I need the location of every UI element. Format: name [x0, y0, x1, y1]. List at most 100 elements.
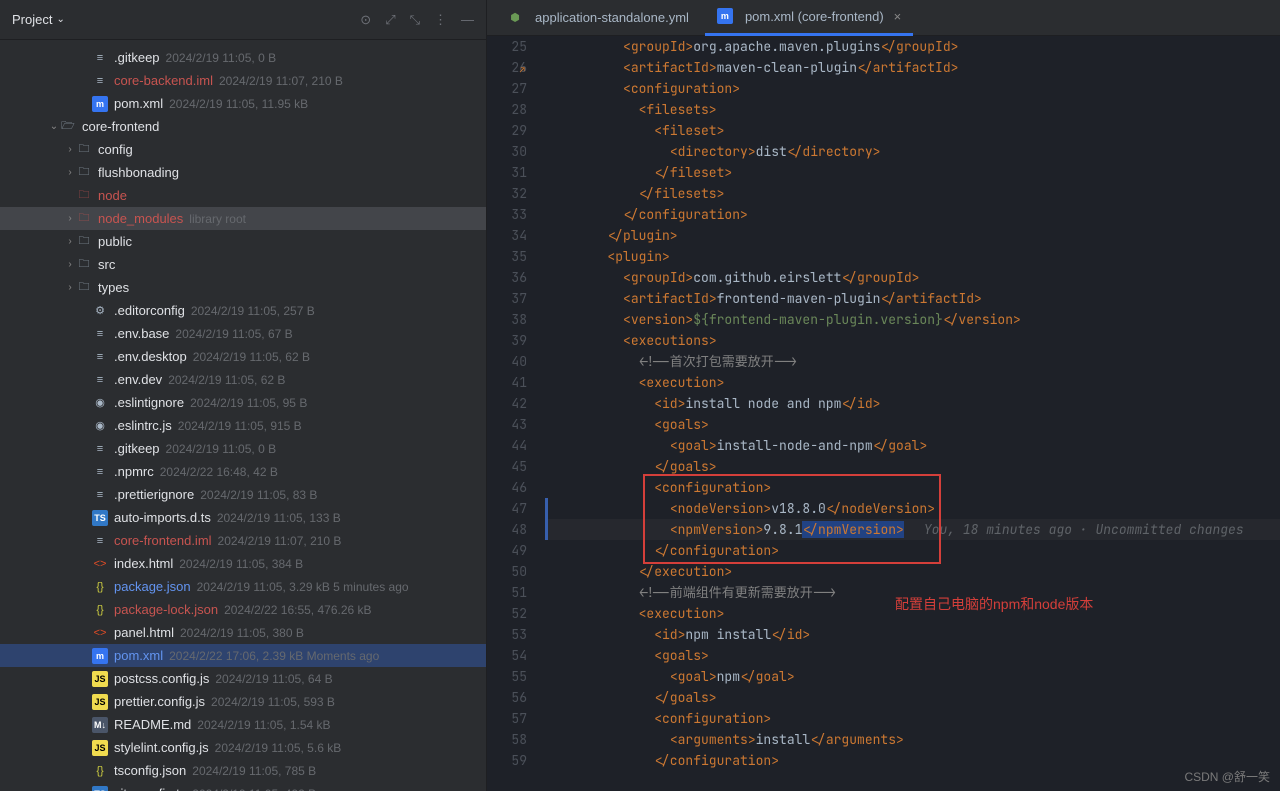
file-meta: 2024/2/19 11:05, 133 B	[217, 511, 341, 525]
tree-item[interactable]: JSprettier.config.js2024/2/19 11:05, 593…	[0, 690, 486, 713]
code-area[interactable]: 2526↗27282930313233343536373839404142434…	[487, 36, 1280, 791]
code-line[interactable]: <npmVersion>9.8.1</npmVersion>You, 18 mi…	[545, 519, 1280, 540]
code-line[interactable]: </goals>	[545, 687, 1280, 708]
project-tree[interactable]: ≡.gitkeep2024/2/19 11:05, 0 B≡core-backe…	[0, 40, 486, 791]
code-line[interactable]: <goal>install-node-and-npm</goal>	[545, 435, 1280, 456]
select-opened-icon[interactable]: ⊙	[360, 12, 371, 28]
tree-item[interactable]: ⚙.editorconfig2024/2/19 11:05, 257 B	[0, 299, 486, 322]
code-line[interactable]: <goals>	[545, 414, 1280, 435]
tree-item[interactable]: {}package.json2024/2/19 11:05, 3.29 kB 5…	[0, 575, 486, 598]
tree-item[interactable]: M↓README.md2024/2/19 11:05, 1.54 kB	[0, 713, 486, 736]
tree-item[interactable]: ›🗀types	[0, 276, 486, 299]
tree-item[interactable]: <>index.html2024/2/19 11:05, 384 B	[0, 552, 486, 575]
tree-item[interactable]: ≡core-frontend.iml2024/2/19 11:07, 210 B	[0, 529, 486, 552]
tree-item[interactable]: ›🗀flushbonading	[0, 161, 486, 184]
file-name: panel.html	[114, 625, 174, 640]
code-line[interactable]: <configuration>	[545, 78, 1280, 99]
code-line[interactable]: <artifactId>maven-clean-plugin</artifact…	[545, 57, 1280, 78]
file-name: core-frontend	[82, 119, 159, 134]
chevron-icon[interactable]: ›	[64, 213, 76, 224]
code-line[interactable]: <configuration>	[545, 708, 1280, 729]
tree-item[interactable]: ›🗀src	[0, 253, 486, 276]
tree-item[interactable]: ◉.eslintignore2024/2/19 11:05, 95 B	[0, 391, 486, 414]
code-line[interactable]: <execution>	[545, 372, 1280, 393]
sidebar-title[interactable]: Project ⌄	[12, 12, 65, 27]
chevron-icon[interactable]: ›	[64, 167, 76, 178]
show-options-icon[interactable]: ⋮	[434, 12, 447, 28]
code-line[interactable]: </plugin>	[545, 225, 1280, 246]
file-meta: 2024/2/19 11:05, 0 B	[166, 51, 277, 65]
code-line[interactable]: <artifactId>frontend-maven-plugin</artif…	[545, 288, 1280, 309]
tree-item[interactable]: ≡.env.dev2024/2/19 11:05, 62 B	[0, 368, 486, 391]
tree-item[interactable]: mpom.xml2024/2/19 11:05, 11.95 kB	[0, 92, 486, 115]
tree-item[interactable]: ›🗀public	[0, 230, 486, 253]
code-line[interactable]: <plugin>	[545, 246, 1280, 267]
tree-item[interactable]: JSstylelint.config.js2024/2/19 11:05, 5.…	[0, 736, 486, 759]
file-name: pom.xml	[114, 648, 163, 663]
tree-item[interactable]: ≡.npmrc2024/2/22 16:48, 42 B	[0, 460, 486, 483]
code-line[interactable]: </configuration>	[545, 540, 1280, 561]
file-name: package.json	[114, 579, 191, 594]
code-line[interactable]: <configuration>	[545, 477, 1280, 498]
chevron-icon[interactable]: ›	[64, 144, 76, 155]
tree-item[interactable]: ◉.eslintrc.js2024/2/19 11:05, 915 B	[0, 414, 486, 437]
editor-tab[interactable]: ⬢application-standalone.yml	[495, 0, 701, 36]
tree-item[interactable]: ≡.prettierignore2024/2/19 11:05, 83 B	[0, 483, 486, 506]
tree-item[interactable]: 🗀node	[0, 184, 486, 207]
code-line[interactable]: <nodeVersion>v18.8.0</nodeVersion>	[545, 498, 1280, 519]
code-line[interactable]: </configuration>	[545, 750, 1280, 771]
file-name: types	[98, 280, 129, 295]
tree-item[interactable]: TSauto-imports.d.ts2024/2/19 11:05, 133 …	[0, 506, 486, 529]
collapse-all-icon[interactable]: ⤡	[410, 12, 420, 28]
chevron-icon[interactable]: ›	[64, 282, 76, 293]
code-line[interactable]: <directory>dist</directory>	[545, 141, 1280, 162]
tree-item[interactable]: ≡.gitkeep2024/2/19 11:05, 0 B	[0, 437, 486, 460]
hide-icon[interactable]: —	[461, 12, 474, 28]
tree-item[interactable]: {}package-lock.json2024/2/22 16:55, 476.…	[0, 598, 486, 621]
code-line[interactable]: <goal>npm</goal>	[545, 666, 1280, 687]
tree-item[interactable]: {}tsconfig.json2024/2/19 11:05, 785 B	[0, 759, 486, 782]
close-icon[interactable]: ×	[894, 9, 902, 24]
code-line[interactable]: <filesets>	[545, 99, 1280, 120]
tab-label: application-standalone.yml	[535, 10, 689, 25]
tree-item[interactable]: ≡.env.base2024/2/19 11:05, 67 B	[0, 322, 486, 345]
code-line[interactable]: <id>npm install</id>	[545, 624, 1280, 645]
code-line[interactable]: <groupId>com.github.eirslett</groupId>	[545, 267, 1280, 288]
code-line[interactable]: <version>${frontend-maven-plugin.version…	[545, 309, 1280, 330]
code-line[interactable]: <fileset>	[545, 120, 1280, 141]
code-line[interactable]: <goals>	[545, 645, 1280, 666]
code-line[interactable]: </configuration>	[545, 204, 1280, 225]
code-line[interactable]: <arguments>install</arguments>	[545, 729, 1280, 750]
code-line[interactable]: </execution>	[545, 561, 1280, 582]
file-meta: 2024/2/19 11:05, 785 B	[192, 764, 316, 778]
expand-all-icon[interactable]: ⤢	[385, 12, 395, 28]
code-line[interactable]: <!--首次打包需要放开-->	[545, 351, 1280, 372]
code-line[interactable]: </filesets>	[545, 183, 1280, 204]
line-gutter: 2526↗27282930313233343536373839404142434…	[487, 36, 545, 791]
tree-item[interactable]: ⌄🗁core-frontend	[0, 115, 486, 138]
editor-tab[interactable]: mpom.xml (core-frontend)×	[705, 0, 913, 36]
tree-item[interactable]: ›🗀config	[0, 138, 486, 161]
tree-item[interactable]: ≡core-backend.iml2024/2/19 11:07, 210 B	[0, 69, 486, 92]
chevron-icon[interactable]: ⌄	[48, 121, 60, 132]
chevron-icon[interactable]: ›	[64, 259, 76, 270]
code-line[interactable]: </goals>	[545, 456, 1280, 477]
file-meta: 2024/2/19 11:05, 492 B	[192, 787, 316, 791]
code-line[interactable]: <groupId>org.apache.maven.plugins</group…	[545, 36, 1280, 57]
tree-item[interactable]: <>panel.html2024/2/19 11:05, 380 B	[0, 621, 486, 644]
file-meta: 2024/2/19 11:05, 95 B	[190, 396, 307, 410]
file-name: .env.base	[114, 326, 169, 341]
code-line[interactable]: <executions>	[545, 330, 1280, 351]
tree-item[interactable]: ≡.env.desktop2024/2/19 11:05, 62 B	[0, 345, 486, 368]
tree-item[interactable]: ≡.gitkeep2024/2/19 11:05, 0 B	[0, 46, 486, 69]
code-line[interactable]: <id>install node and npm</id>	[545, 393, 1280, 414]
tree-item[interactable]: ›🗀node_moduleslibrary root	[0, 207, 486, 230]
code-line[interactable]: </fileset>	[545, 162, 1280, 183]
file-name: index.html	[114, 556, 173, 571]
chevron-icon[interactable]: ›	[64, 236, 76, 247]
tree-item[interactable]: JSpostcss.config.js2024/2/19 11:05, 64 B	[0, 667, 486, 690]
tree-item[interactable]: mpom.xml2024/2/22 17:06, 2.39 kB Moments…	[0, 644, 486, 667]
file-name: .gitkeep	[114, 441, 160, 456]
tree-item[interactable]: TSvite.config.ts2024/2/19 11:05, 492 B	[0, 782, 486, 791]
code-content[interactable]: 配置自己电脑的npm和node版本 <groupId>org.apache.ma…	[545, 36, 1280, 791]
